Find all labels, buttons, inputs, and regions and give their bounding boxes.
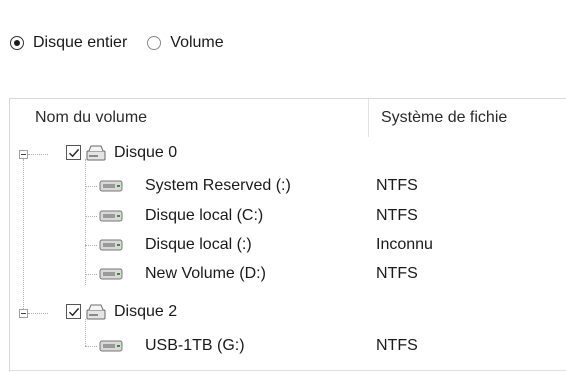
volume-name: USB-1TB (G:) xyxy=(145,337,245,354)
list-divider xyxy=(10,370,566,371)
disk-label: Disque 0 xyxy=(114,144,178,161)
volume-tree-list[interactable]: Nom du volume Système de fichie Disque 0… xyxy=(9,98,566,372)
radio-whole-disk[interactable]: Disque entier xyxy=(10,34,127,52)
volume-filesystem: NTFS xyxy=(376,177,418,194)
radio-volume[interactable]: Volume xyxy=(147,34,224,52)
disk-checkbox[interactable] xyxy=(66,304,81,319)
tree-connector-h xyxy=(85,346,97,347)
collapse-toggle-icon[interactable] xyxy=(19,150,28,159)
tree-connector-disk0 xyxy=(85,159,86,285)
radio-volume-indicator[interactable] xyxy=(147,36,162,50)
volume-filesystem: NTFS xyxy=(376,207,418,224)
column-header-filesystem-label: Système de fichie xyxy=(381,109,508,126)
column-header-volume-name-label: Nom du volume xyxy=(35,109,148,126)
checkmark-icon xyxy=(68,148,79,157)
volume-drive-icon xyxy=(99,180,123,192)
hard-disk-icon xyxy=(86,145,106,161)
tree-connector-h xyxy=(85,245,97,246)
tree-connector-h xyxy=(28,154,48,155)
volume-drive-icon xyxy=(99,268,123,280)
column-header-volume-name[interactable]: Nom du volume xyxy=(10,99,369,137)
volume-drive-icon xyxy=(99,340,123,352)
disk-label: Disque 2 xyxy=(114,303,178,320)
volume-name: Disque local (:) xyxy=(145,236,252,253)
partition-mode-radio-group: Disque entier Volume xyxy=(10,30,244,56)
tree-connector-h xyxy=(85,186,97,187)
tree-connector-h xyxy=(28,313,48,314)
volume-name: Disque local (C:) xyxy=(145,207,264,224)
volume-filesystem: Inconnu xyxy=(376,236,433,253)
volume-filesystem: NTFS xyxy=(376,337,418,354)
tree-connector-h xyxy=(85,216,97,217)
volume-drive-icon xyxy=(99,210,123,222)
hard-disk-icon xyxy=(86,304,106,320)
disk-checkbox[interactable] xyxy=(66,145,81,160)
volume-drive-icon xyxy=(99,239,123,251)
tree-connector-h xyxy=(85,274,97,275)
tree-connector-disk2 xyxy=(85,319,86,346)
collapse-toggle-icon[interactable] xyxy=(19,309,28,318)
volume-name: New Volume (D:) xyxy=(145,265,266,282)
column-header-filesystem[interactable]: Système de fichie xyxy=(370,99,566,137)
volume-filesystem: NTFS xyxy=(376,265,418,282)
radio-selected-dot xyxy=(14,40,20,46)
volume-name: System Reserved (:) xyxy=(145,177,291,194)
radio-volume-label: Volume xyxy=(170,34,224,51)
radio-whole-disk-indicator[interactable] xyxy=(10,36,24,50)
tree-connector-root xyxy=(23,159,24,309)
checkmark-icon xyxy=(68,307,79,316)
radio-whole-disk-label: Disque entier xyxy=(33,34,128,51)
